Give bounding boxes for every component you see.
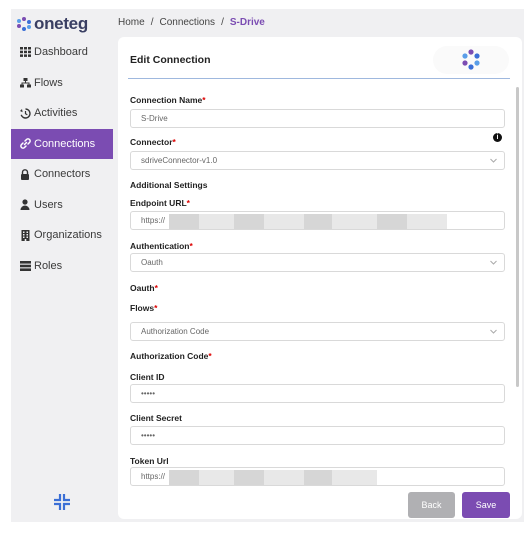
info-icon[interactable]: i — [493, 133, 502, 142]
link-icon — [19, 138, 31, 150]
client-secret-input[interactable]: ••••• — [130, 426, 505, 445]
sidebar-item-label: Organizations — [34, 229, 102, 242]
token-url-input[interactable]: https:// — [130, 467, 505, 486]
connector-select[interactable]: sdriveConnector-v1.0 — [130, 151, 505, 170]
app-window: oneteg Dashboard Flows Activities Connec… — [11, 9, 524, 522]
brand-name: oneteg — [34, 14, 88, 33]
client-secret-label: Client Secret — [130, 413, 182, 423]
oneteg-logo-icon — [17, 17, 31, 31]
redacted-block — [264, 470, 304, 485]
authentication-select[interactable]: Oauth — [130, 253, 505, 272]
sidebar-item-organizations[interactable]: Organizations — [11, 220, 113, 251]
client-id-input[interactable]: ••••• — [130, 384, 505, 403]
oauth-section-heading: Oauth* — [130, 283, 158, 293]
breadcrumb-home[interactable]: Home — [118, 17, 145, 28]
page-title: Edit Connection — [130, 54, 211, 66]
sidebar-item-label: Flows — [34, 76, 63, 89]
building-icon — [19, 229, 31, 241]
connection-name-input[interactable]: S-Drive — [130, 109, 505, 128]
redacted-block — [377, 214, 407, 229]
redacted-block — [332, 470, 377, 485]
breadcrumb-connections[interactable]: Connections — [159, 17, 215, 28]
token-url-label: Token Url — [130, 456, 169, 466]
sidebar-item-flows[interactable]: Flows — [11, 68, 113, 99]
flows-label: Flows* — [130, 303, 158, 313]
sidebar-item-label: Users — [34, 198, 63, 211]
redacted-block — [169, 470, 199, 485]
breadcrumb: Home / Connections / S-Drive — [113, 9, 524, 35]
redacted-block — [234, 470, 264, 485]
connector-label: Connector* — [130, 137, 176, 147]
redacted-block — [407, 214, 447, 229]
header-divider — [128, 78, 510, 79]
form-footer: Back Save — [118, 489, 522, 519]
additional-settings-heading: Additional Settings — [130, 180, 208, 190]
sidebar-item-dashboard[interactable]: Dashboard — [11, 37, 113, 68]
sidebar-item-label: Roles — [34, 259, 63, 272]
edit-connection-card: Edit Connection Connection Name* S-Drive… — [118, 37, 522, 519]
sidebar-nav: Dashboard Flows Activities Connections C… — [11, 37, 113, 281]
sidebar-item-connections[interactable]: Connections — [11, 128, 113, 159]
breadcrumb-separator: / — [221, 16, 224, 28]
connector-logo — [433, 46, 509, 74]
breadcrumb-current: S-Drive — [229, 16, 265, 28]
sidebar-item-connectors[interactable]: Connectors — [11, 159, 113, 190]
grid-icon — [19, 46, 31, 58]
brand-logo[interactable]: oneteg — [17, 13, 88, 35]
authentication-label: Authentication* — [130, 241, 193, 251]
chevron-down-icon — [490, 329, 497, 334]
chevron-down-icon — [490, 260, 497, 265]
redacted-block — [169, 214, 199, 229]
redacted-block — [199, 470, 234, 485]
flows-select[interactable]: Authorization Code — [130, 322, 505, 341]
lock-icon — [19, 168, 31, 180]
form-scrollbar[interactable] — [516, 87, 519, 387]
breadcrumb-separator: / — [150, 16, 154, 28]
endpoint-url-input[interactable]: https:// — [130, 211, 505, 230]
history-icon — [19, 107, 31, 119]
chevron-down-icon — [490, 158, 497, 163]
card-header: Edit Connection — [118, 37, 522, 79]
connection-name-label: Connection Name* — [130, 95, 206, 105]
sdrive-logo-icon — [462, 49, 480, 70]
sidebar-item-label: Activities — [34, 107, 78, 120]
redacted-block — [199, 214, 234, 229]
save-button[interactable]: Save — [462, 492, 510, 518]
sidebar-item-roles[interactable]: Roles — [11, 251, 113, 282]
endpoint-url-label: Endpoint URL* — [130, 198, 190, 208]
sidebar-item-activities[interactable]: Activities — [11, 98, 113, 129]
redacted-block — [304, 214, 332, 229]
back-button[interactable]: Back — [408, 492, 455, 518]
sidebar-item-label: Dashboard — [34, 46, 88, 59]
collapse-icon[interactable] — [53, 493, 71, 511]
form-scroll-area[interactable]: Connection Name* S-Drive Connector* i sd… — [118, 83, 522, 489]
redacted-block — [304, 470, 332, 485]
sidebar: oneteg Dashboard Flows Activities Connec… — [11, 9, 113, 522]
authorization-code-heading: Authorization Code* — [130, 351, 212, 361]
redacted-block — [234, 214, 264, 229]
redacted-block — [332, 214, 377, 229]
sidebar-item-label: Connectors — [34, 168, 91, 181]
flows-icon — [19, 77, 31, 89]
sidebar-item-label: Connections — [34, 137, 96, 150]
user-icon — [19, 199, 31, 211]
client-id-label: Client ID — [130, 372, 165, 382]
roles-icon — [19, 260, 31, 272]
sidebar-item-users[interactable]: Users — [11, 190, 113, 221]
redacted-block — [264, 214, 304, 229]
